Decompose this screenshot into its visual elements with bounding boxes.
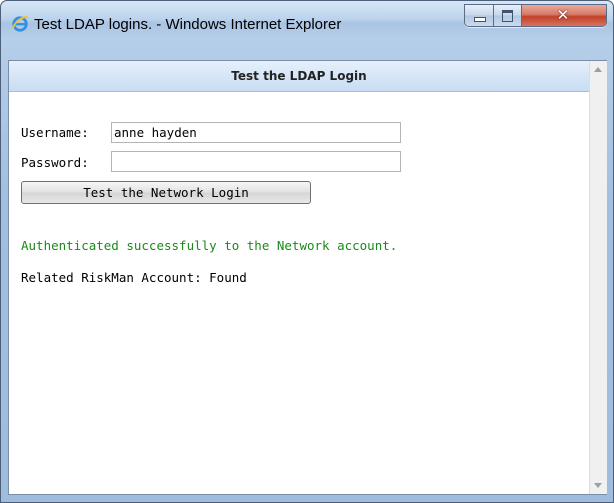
username-label: Username: [21,125,89,140]
scroll-up-icon[interactable] [594,67,602,72]
vertical-scrollbar[interactable] [589,61,607,494]
username-input[interactable] [111,122,401,143]
scroll-down-icon[interactable] [594,483,602,488]
caption-buttons: ✕ [464,4,607,27]
header-band: Test the LDAP Login [9,61,589,92]
close-icon: ✕ [556,6,570,24]
success-message: Authenticated successfully to the Networ… [21,238,398,253]
maximize-icon [501,10,513,22]
maximize-button[interactable] [493,5,522,26]
close-button[interactable]: ✕ [521,5,606,26]
password-label: Password: [21,155,89,170]
title-bar[interactable]: Test LDAP logins. - Windows Internet Exp… [1,1,613,41]
page-title: Test the LDAP Login [231,69,367,83]
window-title: Test LDAP logins. - Windows Internet Exp… [34,16,342,33]
minimize-button[interactable] [465,5,494,26]
password-input[interactable] [111,151,401,172]
minimize-icon [474,17,486,22]
related-account-status: Related RiskMan Account: Found [21,270,247,285]
browser-window: Test LDAP logins. - Windows Internet Exp… [0,0,614,503]
test-network-login-button[interactable]: Test the Network Login [21,181,311,204]
page-content: Test the LDAP Login Username: Password: … [8,60,607,495]
ie-logo-icon [11,16,29,32]
